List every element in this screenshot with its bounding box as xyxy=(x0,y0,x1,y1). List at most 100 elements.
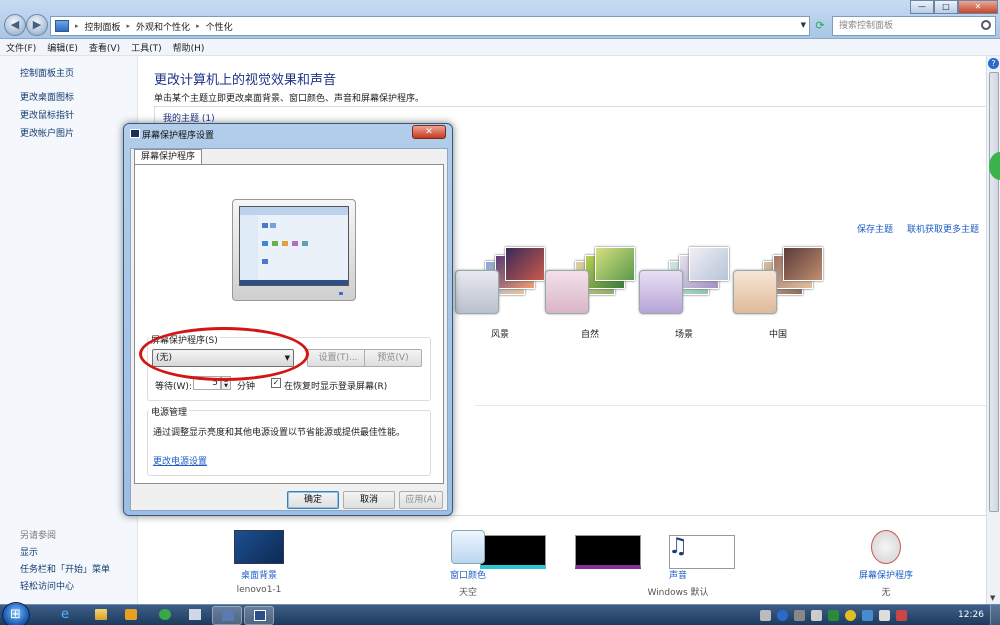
theme-scenes[interactable]: 场景 xyxy=(639,247,729,347)
taskbar-app-windows[interactable] xyxy=(180,606,210,625)
taskbar-start-menu-link[interactable]: 任务栏和「开始」菜单 xyxy=(20,562,110,575)
shield-icon[interactable] xyxy=(828,610,839,621)
clock[interactable]: 12:26 xyxy=(958,610,984,620)
taskbar-ie[interactable]: e xyxy=(52,606,82,625)
desktop-background-option[interactable]: 桌面背景 lenovo1-1 xyxy=(204,526,314,595)
search-icon xyxy=(981,20,991,30)
ease-of-access-link[interactable]: 轻松访问中心 xyxy=(20,579,74,592)
theme-color-tile xyxy=(455,270,499,314)
resume-login-checkbox[interactable]: ✓ xyxy=(271,378,281,388)
change-desktop-icons-link[interactable]: 更改桌面图标 xyxy=(20,90,74,103)
theme-label: 场景 xyxy=(674,330,693,340)
tray-icon[interactable] xyxy=(845,610,856,621)
dialog-icon xyxy=(130,129,140,138)
theme-nature[interactable]: 自然 xyxy=(545,247,635,347)
taskbar-explorer[interactable] xyxy=(86,606,116,625)
sounds-option[interactable]: ♫ 声音 Windows 默认 xyxy=(623,526,733,598)
chevron-right-icon: ▸ xyxy=(126,22,131,30)
screen-saver-dialog: 屏幕保护程序设置 ✕ 屏幕保护程序 屏幕保护程序(S) (无) ▼ 设置(T).… xyxy=(123,123,453,516)
control-panel-home-link[interactable]: 控制面板主页 xyxy=(20,66,74,79)
tray-icon[interactable] xyxy=(794,610,805,621)
vertical-scrollbar[interactable]: ▲ ▼ xyxy=(986,56,1000,604)
left-pane: 控制面板主页 更改桌面图标 更改鼠标指针 更改帐户图片 另请参阅 显示 任务栏和… xyxy=(0,56,138,604)
help-icon[interactable]: ? xyxy=(988,58,999,69)
menu-tools[interactable]: 工具(T) xyxy=(131,41,162,54)
minutes-unit-label: 分钟 xyxy=(237,382,256,392)
tray-icon[interactable] xyxy=(760,610,771,621)
back-button[interactable]: ◀ xyxy=(4,14,26,36)
address-bar[interactable]: ▸ 控制面板 ▸ 外观和个性化 ▸ 个性化 ▼ xyxy=(50,16,810,36)
settings-button[interactable]: 设置(T)... xyxy=(307,349,369,367)
window-color-icon xyxy=(451,530,485,564)
highlight-annotation-ellipse xyxy=(139,327,309,381)
cancel-button[interactable]: 取消 xyxy=(343,491,395,509)
theme-label: 风景 xyxy=(490,330,509,340)
menu-view[interactable]: 查看(V) xyxy=(89,41,120,54)
power-management-description: 通过调整显示亮度和其他电源设置以节省能源或提供最佳性能。 xyxy=(153,428,406,438)
apply-button[interactable]: 应用(A) xyxy=(399,491,443,509)
change-mouse-pointer-link[interactable]: 更改鼠标指针 xyxy=(20,108,74,121)
breadcrumb-appearance[interactable]: 外观和个性化 xyxy=(136,20,190,33)
wait-label: 等待(W): xyxy=(155,382,192,392)
folder-icon xyxy=(95,609,107,620)
window-color-value: 天空 xyxy=(458,588,477,598)
app-icon xyxy=(159,609,171,620)
tab-screen-saver[interactable]: 屏幕保护程序 xyxy=(134,149,203,165)
maximize-button[interactable]: □ xyxy=(934,0,958,14)
scroll-down-icon[interactable]: ▼ xyxy=(990,594,995,602)
ok-button[interactable]: 确定 xyxy=(287,491,339,509)
forward-button[interactable]: ▶ xyxy=(26,14,48,36)
change-power-settings-link[interactable]: 更改电源设置 xyxy=(153,454,207,467)
chevron-down-icon[interactable]: ▼ xyxy=(801,21,806,29)
volume-icon[interactable] xyxy=(879,610,890,621)
display-link[interactable]: 显示 xyxy=(20,545,38,558)
sounds-value: Windows 默认 xyxy=(647,588,709,598)
menu-file[interactable]: 文件(F) xyxy=(6,41,36,54)
scrollbar-thumb[interactable] xyxy=(989,72,999,512)
theme-color-tile xyxy=(639,270,683,314)
start-button[interactable] xyxy=(2,602,30,625)
theme-landscape[interactable]: 风景 xyxy=(455,247,545,347)
screen-saver-option[interactable]: 屏幕保护程序 无 xyxy=(831,526,941,598)
search-placeholder: 搜索控制面板 xyxy=(839,21,894,31)
theme-label: 中国 xyxy=(768,330,787,340)
page-subtitle: 单击某个主题立即更改桌面背景、窗口颜色、声音和屏幕保护程序。 xyxy=(154,94,425,104)
breadcrumb-personalization[interactable]: 个性化 xyxy=(206,20,233,33)
taskbar-app-green[interactable] xyxy=(150,606,180,625)
screen-saver-icon xyxy=(254,610,266,621)
save-theme-link[interactable]: 保存主题 xyxy=(857,222,893,235)
monitor-preview xyxy=(232,199,356,301)
chevron-right-icon: ▸ xyxy=(75,22,79,30)
refresh-icon[interactable]: ⟳ xyxy=(811,17,829,35)
theme-links: 保存主题 联机获取更多主题 xyxy=(857,222,979,235)
sound-icon: ♫ xyxy=(668,534,688,559)
breadcrumb-control-panel[interactable]: 控制面板 xyxy=(85,20,121,33)
taskbar-dialog[interactable] xyxy=(244,606,274,625)
system-tray xyxy=(760,605,907,625)
screen-saver-value: 无 xyxy=(881,588,891,598)
show-desktop-button[interactable] xyxy=(990,605,1000,625)
chevron-right-icon: ▸ xyxy=(196,22,200,30)
minimize-button[interactable]: — xyxy=(910,0,934,14)
monitor-power-led xyxy=(339,292,343,295)
tray-icon[interactable] xyxy=(811,610,822,621)
taskbar-control-panel[interactable] xyxy=(212,606,242,625)
online-themes-link[interactable]: 联机获取更多主题 xyxy=(907,222,979,235)
window-color-option[interactable]: 窗口颜色 天空 xyxy=(413,526,523,598)
control-panel-icon xyxy=(222,610,234,621)
close-button[interactable]: ✕ xyxy=(958,0,998,14)
preview-button[interactable]: 预览(V) xyxy=(364,349,422,367)
change-account-picture-link[interactable]: 更改帐户图片 xyxy=(20,126,74,139)
theme-color-tile xyxy=(545,270,589,314)
tray-icon[interactable] xyxy=(896,610,907,621)
search-input[interactable]: 搜索控制面板 xyxy=(832,16,996,36)
theme-china[interactable]: 中国 xyxy=(733,247,823,347)
taskbar-media-player[interactable] xyxy=(116,606,146,625)
dialog-close-button[interactable]: ✕ xyxy=(412,125,446,139)
help-tray-icon[interactable] xyxy=(777,610,788,621)
see-also-heading: 另请参阅 xyxy=(20,531,57,541)
dialog-body: 屏幕保护程序 屏幕保护程序(S) (无) ▼ 设置(T)... 预览(V) 等待… xyxy=(130,148,448,511)
menu-edit[interactable]: 编辑(E) xyxy=(47,41,78,54)
menu-help[interactable]: 帮助(H) xyxy=(173,41,205,54)
network-icon[interactable] xyxy=(862,610,873,621)
